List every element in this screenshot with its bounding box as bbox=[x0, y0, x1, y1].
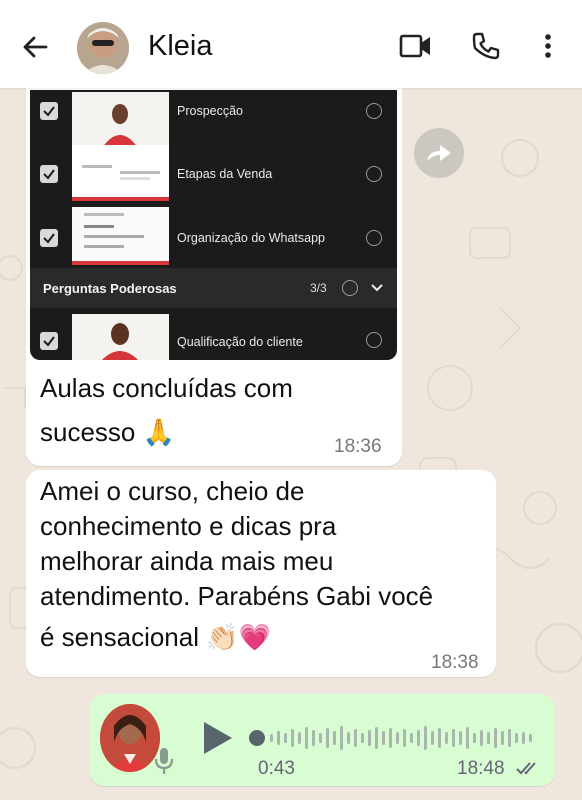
waveform-bar bbox=[452, 729, 455, 747]
video-call-icon[interactable] bbox=[399, 31, 433, 61]
message-caption: Aulas concluídas com sucesso 🙏 bbox=[40, 366, 293, 454]
back-arrow-icon[interactable] bbox=[20, 32, 50, 62]
contact-avatar[interactable] bbox=[77, 22, 129, 74]
lesson-title: Organização do Whatsapp bbox=[177, 231, 326, 245]
waveform-bar bbox=[459, 731, 462, 745]
video-thumbnail bbox=[72, 145, 169, 201]
waveform-bar bbox=[438, 728, 441, 748]
message-line: Amei o curso, cheio de bbox=[40, 476, 305, 506]
list-item: Etapas da Venda bbox=[30, 145, 397, 207]
waveform-bar bbox=[501, 731, 504, 745]
waveform-bar bbox=[347, 732, 350, 744]
waveform-bar bbox=[431, 731, 434, 745]
checkbox-checked-icon bbox=[40, 229, 58, 247]
audio-waveform[interactable] bbox=[248, 722, 538, 754]
phone-icon[interactable] bbox=[471, 31, 501, 61]
download-icon bbox=[366, 230, 382, 246]
message-body: Amei o curso, cheio de conhecimento e di… bbox=[40, 474, 433, 655]
waveform-bar bbox=[277, 731, 280, 745]
sender-avatar bbox=[100, 704, 160, 772]
course-screenshot[interactable]: Prospecção Etapas da Venda Organização d… bbox=[30, 90, 397, 360]
waveform-bar bbox=[298, 732, 301, 744]
forward-icon bbox=[427, 145, 451, 161]
waveform-bar bbox=[326, 728, 329, 748]
chat-header: Kleia bbox=[0, 0, 582, 88]
waveform-bar bbox=[529, 734, 532, 742]
waveform-bar bbox=[368, 730, 371, 746]
download-icon bbox=[342, 280, 358, 296]
caption-line: sucesso 🙏 bbox=[40, 417, 175, 447]
waveform-bar bbox=[417, 730, 420, 746]
section-title: Perguntas Poderosas bbox=[43, 281, 177, 296]
list-item: Organização do Whatsapp bbox=[30, 207, 397, 269]
video-thumbnail bbox=[72, 207, 169, 265]
waveform-bar bbox=[340, 726, 343, 750]
download-icon bbox=[366, 166, 382, 182]
message-line: melhorar ainda mais meu bbox=[40, 546, 334, 576]
waveform-bar bbox=[508, 729, 511, 747]
waveform-bar bbox=[354, 729, 357, 747]
waveform-bar bbox=[522, 732, 525, 744]
waveform-bar bbox=[480, 730, 483, 746]
list-item: Qualificação do cliente bbox=[30, 312, 397, 360]
checkbox-checked-icon bbox=[40, 332, 58, 350]
lesson-title: Etapas da Venda bbox=[177, 167, 273, 181]
video-thumbnail bbox=[72, 92, 169, 148]
waveform-bar bbox=[319, 733, 322, 743]
waveform-bar bbox=[382, 731, 385, 745]
waveform-bar bbox=[305, 727, 308, 749]
waveform-bar bbox=[445, 732, 448, 744]
waveform-bar bbox=[403, 729, 406, 747]
waveform-bar bbox=[291, 729, 294, 747]
waveform-bar bbox=[389, 728, 392, 748]
waveform-bar bbox=[424, 726, 427, 750]
waveform-bar bbox=[312, 730, 315, 746]
waveform-bar bbox=[466, 727, 469, 749]
voice-duration: 0:43 bbox=[258, 758, 295, 779]
waveform-bar bbox=[473, 733, 476, 743]
waveform-bar bbox=[333, 731, 336, 745]
waveform-bar bbox=[361, 733, 364, 743]
chevron-down-icon bbox=[371, 284, 383, 292]
waveform-bar bbox=[494, 728, 497, 748]
video-thumbnail bbox=[72, 314, 169, 360]
lesson-title: Qualificação do cliente bbox=[177, 335, 303, 349]
checkbox-checked-icon bbox=[40, 165, 58, 183]
checkbox-checked-icon bbox=[40, 102, 58, 120]
more-vert-icon[interactable] bbox=[540, 31, 556, 61]
module-section-header: Perguntas Poderosas 3/3 bbox=[30, 268, 397, 308]
lesson-title: Prospecção bbox=[177, 104, 244, 118]
waveform-bar bbox=[487, 732, 490, 744]
microphone-icon bbox=[154, 748, 174, 774]
message-time: 18:36 bbox=[334, 436, 382, 457]
forward-button[interactable] bbox=[414, 128, 464, 178]
waveform-bar bbox=[396, 732, 399, 744]
play-icon[interactable] bbox=[202, 720, 234, 756]
waveform-bar bbox=[410, 733, 413, 743]
message-time: 18:48 bbox=[457, 758, 505, 779]
double-check-icon bbox=[516, 762, 536, 775]
download-icon bbox=[366, 103, 382, 119]
waveform-bar bbox=[515, 733, 518, 743]
message-line: conhecimento e dicas pra bbox=[40, 511, 337, 541]
waveform-bar bbox=[284, 733, 287, 743]
waveform-bar bbox=[375, 727, 378, 749]
section-count: 3/3 bbox=[310, 281, 327, 295]
message-time: 18:38 bbox=[431, 652, 479, 673]
contact-name[interactable]: Kleia bbox=[148, 30, 213, 63]
message-line: atendimento. Parabéns Gabi você bbox=[40, 581, 434, 611]
waveform-bar bbox=[270, 734, 273, 742]
caption-line: Aulas concluídas com bbox=[40, 373, 293, 403]
message-line: é sensacional 👏🏻💗 bbox=[40, 622, 271, 652]
download-icon bbox=[366, 332, 382, 348]
